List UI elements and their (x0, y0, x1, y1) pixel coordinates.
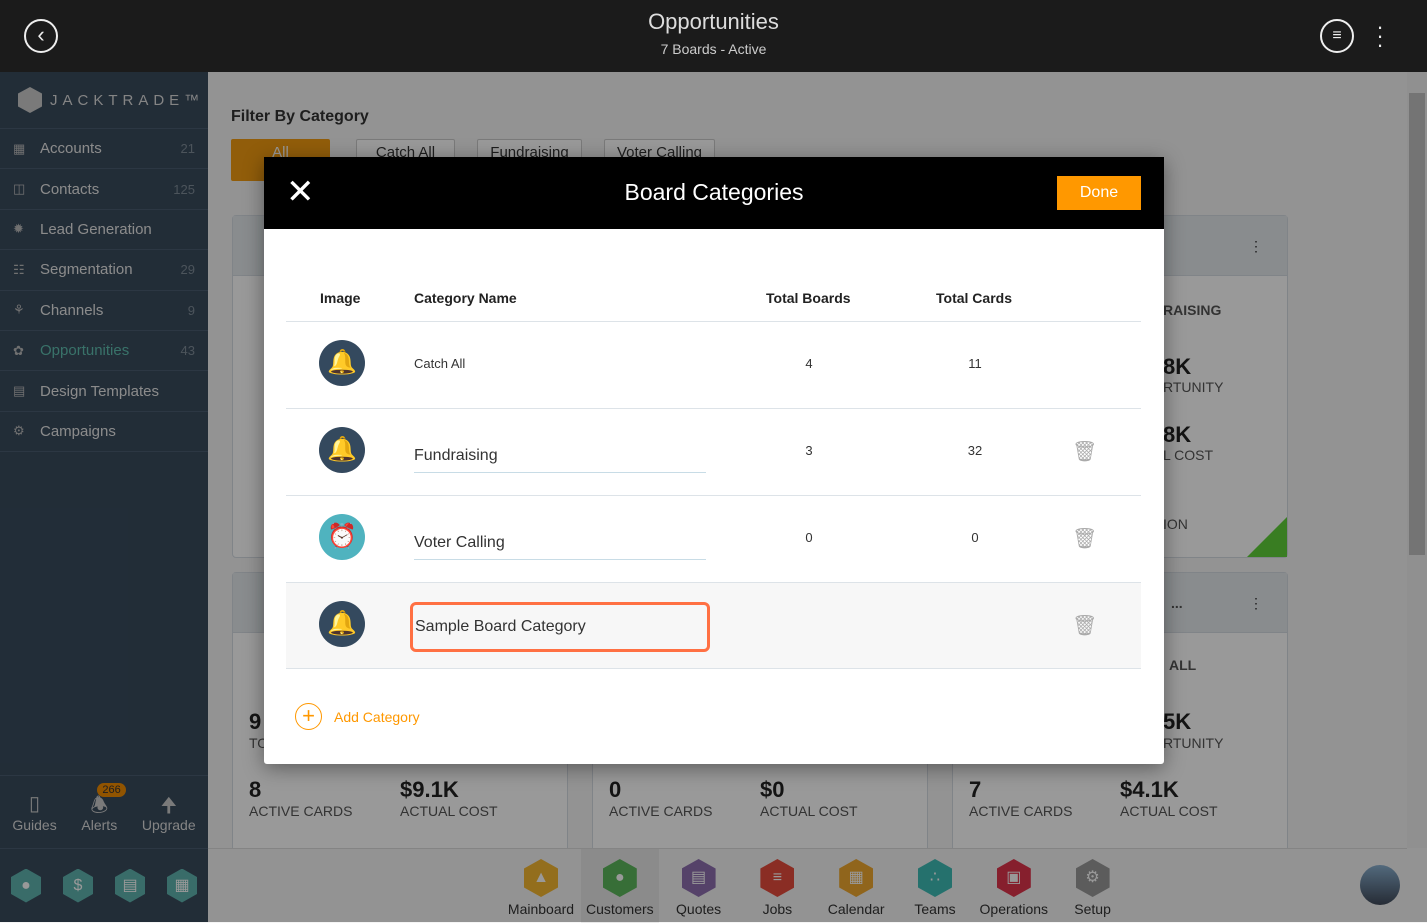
total-boards: 0 (805, 530, 813, 545)
bell-icon[interactable]: 🔔 (319, 340, 365, 386)
trash-icon[interactable]: 🗑 (1072, 526, 1097, 550)
category-name: Catch All (414, 356, 466, 371)
category-name-input[interactable] (414, 526, 706, 560)
trash-icon[interactable]: 🗑 (1072, 439, 1097, 463)
plus-icon: + (295, 703, 322, 730)
category-row: ⏰ 0 0 🗑 (286, 495, 1141, 582)
total-cards: 11 (968, 356, 982, 371)
modal-title: Board Categories (624, 179, 804, 205)
top-bar: ‹ Opportunities 7 Boards - Active ≡ · · · (0, 0, 1427, 72)
list-view-button[interactable]: ≡ (1320, 19, 1354, 53)
category-row: 🔔 Sample Board Category 🗑 (286, 582, 1141, 669)
add-category-label: Add Category (334, 708, 420, 725)
col-category-name: Category Name (414, 290, 517, 306)
category-name-input-focused[interactable]: Sample Board Category (410, 602, 710, 652)
category-name-input[interactable] (414, 439, 706, 473)
board-categories-modal: ✕ Board Categories Done Image Category N… (264, 157, 1164, 764)
bell-icon[interactable]: 🔔 (319, 601, 365, 647)
category-row: 🔔 3 32 🗑 (286, 408, 1141, 495)
total-cards: 0 (971, 530, 979, 545)
col-image: Image (320, 290, 361, 306)
bell-icon[interactable]: 🔔 (319, 427, 365, 473)
col-total-cards: Total Cards (936, 290, 1012, 306)
total-cards: 32 (967, 443, 983, 458)
total-boards: 4 (805, 356, 813, 371)
trash-icon[interactable]: 🗑 (1072, 613, 1097, 637)
more-menu-button[interactable]: · · · (1372, 16, 1388, 56)
alarm-clock-icon[interactable]: ⏰ (319, 514, 365, 560)
page-subtitle: 7 Boards - Active (660, 41, 767, 57)
category-row: 🔔 Catch All 4 11 (286, 321, 1141, 408)
add-category-button[interactable]: + Add Category (295, 703, 420, 730)
total-boards: 3 (805, 443, 813, 458)
page-title: Opportunities (648, 9, 779, 34)
col-total-boards: Total Boards (766, 290, 851, 306)
done-button[interactable]: Done (1057, 176, 1141, 210)
